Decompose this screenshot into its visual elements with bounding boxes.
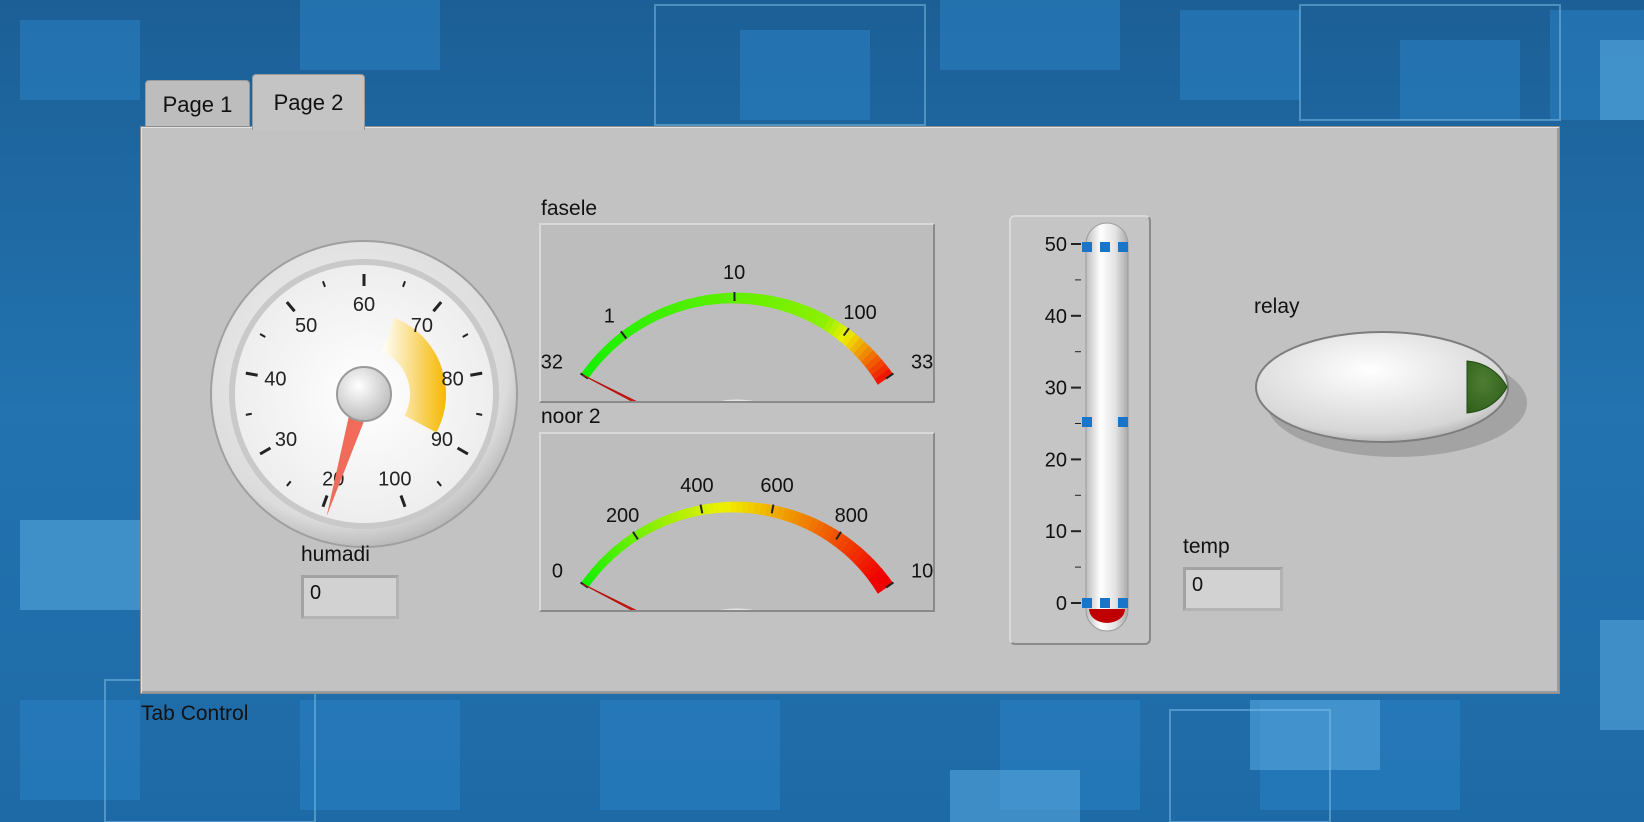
meter-band-segment <box>736 501 744 513</box>
gauge-tick <box>470 371 483 377</box>
meter-tick-label: 1000 <box>911 561 933 583</box>
gauge-tick <box>245 371 258 377</box>
tab-page-1-label: Page 1 <box>162 91 233 117</box>
tab-control-panel: 2030405060708090100 humadi 0 fasele 0.33… <box>140 126 1560 694</box>
thermometer-resize-handle[interactable] <box>1082 598 1092 608</box>
meter-tick-label: 400 <box>680 475 713 497</box>
meter-tick-label: 600 <box>760 475 793 497</box>
meter-band-segment <box>718 293 726 304</box>
thermometer-tick-label: 30 <box>1045 378 1067 400</box>
relay-label: relay <box>1254 295 1300 318</box>
fasele-label: fasele <box>541 197 598 220</box>
thermometer-resize-handle[interactable] <box>1082 242 1092 252</box>
meter-tick-label: 10 <box>723 262 745 284</box>
temperature-thermometer[interactable]: 0 10 20 30 40 50 <box>1009 215 1151 645</box>
meter-tick-label: 800 <box>835 505 868 527</box>
gauge-tick <box>245 412 252 416</box>
gauge-tick-label: 50 <box>295 315 317 337</box>
temp-numeric-indicator[interactable]: 0 <box>1183 567 1283 611</box>
thermometer-tick-label: 20 <box>1045 449 1067 471</box>
gauge-tick-label: 30 <box>275 429 297 451</box>
thermometer-resize-handle[interactable] <box>1100 598 1110 608</box>
gauge-hub <box>336 366 392 422</box>
meter-tick-label: 332 <box>911 352 933 374</box>
thermometer-resize-handle[interactable] <box>1082 417 1092 427</box>
gauge-tick-label: 40 <box>264 368 286 390</box>
meter-tick-label: 0 <box>552 561 563 583</box>
thermometer-resize-handle[interactable] <box>1118 598 1128 608</box>
gauge-tick-label: 100 <box>378 469 411 491</box>
thermometer-resize-handle[interactable] <box>1118 242 1128 252</box>
meter-band-segment <box>724 501 732 513</box>
meter-needle[interactable] <box>582 374 646 407</box>
thermometer-resize-handle[interactable] <box>1100 242 1110 252</box>
humadi-label: humadi <box>301 543 370 566</box>
humidity-gauge[interactable]: 2030405060708090100 <box>209 239 519 549</box>
meter-tick-label: 1 <box>604 305 615 327</box>
meter-band-segment <box>724 292 732 304</box>
meter-tick-label: 100 <box>843 302 876 324</box>
noor2-label: noor 2 <box>541 405 601 428</box>
meter-tick-label: 0.332 <box>541 352 563 374</box>
temp-label: temp <box>1183 535 1230 558</box>
gauge-tick <box>476 412 483 416</box>
meter-band-segment <box>742 501 750 514</box>
thermometer-tick-label: 40 <box>1045 306 1067 328</box>
fasele-meter[interactable]: 0.332 1 10 100 332 <box>513 223 944 448</box>
gauge-tick-label: 80 <box>442 368 464 390</box>
meter-tick-label: 200 <box>606 505 639 527</box>
gauge-tick-label: 90 <box>431 429 453 451</box>
relay-button[interactable] <box>1251 323 1531 463</box>
thermometer-tick-label: 0 <box>1056 593 1067 615</box>
meter-band-segment <box>742 292 750 305</box>
meter-band-segment <box>718 502 726 513</box>
gauge-tick-label: 70 <box>411 315 433 337</box>
meter-band-segment <box>736 292 744 304</box>
noor2-meter[interactable]: 0 200 400 600 800 1000 <box>539 432 956 657</box>
thermometer-tick-label: 10 <box>1045 521 1067 543</box>
meter-band-segment <box>730 501 738 513</box>
tab-page-1[interactable]: Page 1 <box>145 80 250 128</box>
gauge-tick-label: 60 <box>353 294 375 316</box>
thermometer-resize-handle[interactable] <box>1118 417 1128 427</box>
tab-control-label: Tab Control <box>141 702 249 725</box>
humadi-numeric-indicator[interactable]: 0 <box>301 575 399 619</box>
meter-needle[interactable] <box>582 583 646 616</box>
tab-page-2-label: Page 2 <box>273 89 344 115</box>
thermometer-tick-label: 50 <box>1045 234 1067 256</box>
tab-page-2[interactable]: Page 2 <box>252 74 365 130</box>
